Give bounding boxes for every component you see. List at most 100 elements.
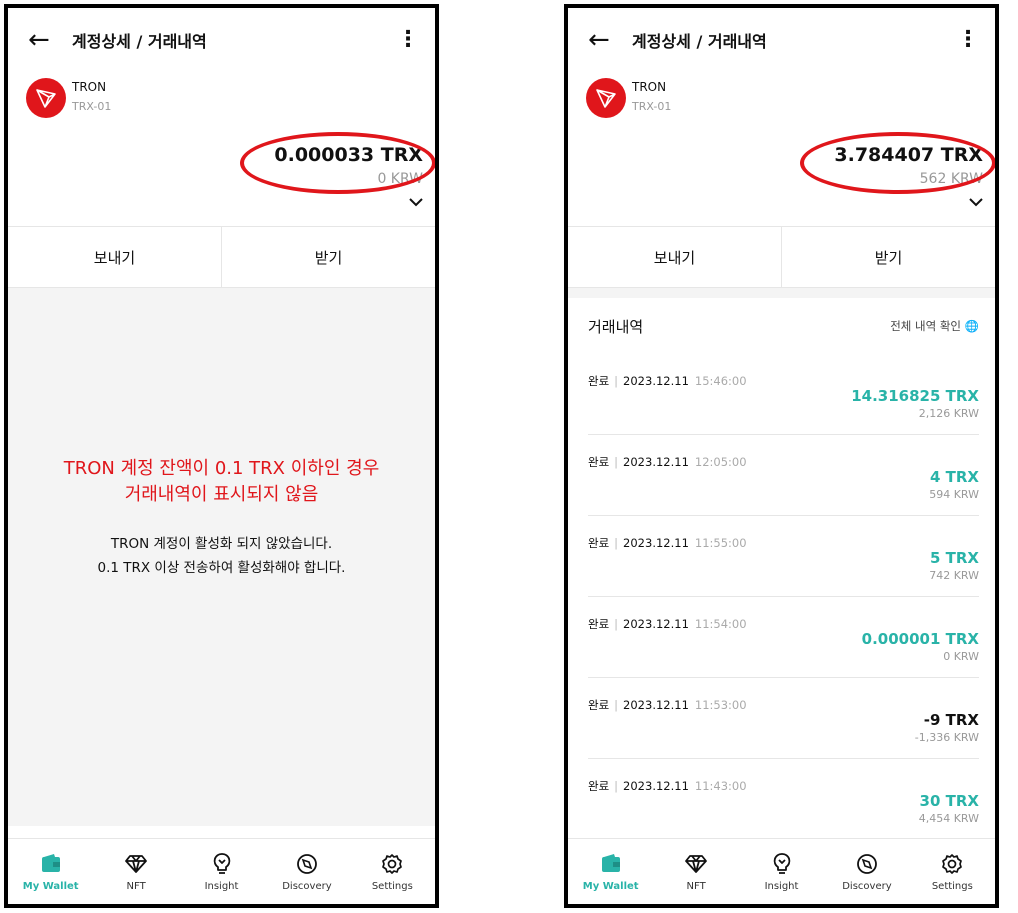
- more-options-icon[interactable]: ⋮: [957, 29, 979, 51]
- inactive-notice-line-1: TRON 계정이 활성화 되지 않았습니다.: [110, 536, 333, 552]
- transaction-amount: 30 TRX: [919, 792, 979, 810]
- send-button[interactable]: 보내기: [568, 227, 781, 287]
- transaction-date: 2023.12.11: [623, 374, 689, 388]
- tron-logo-icon: [26, 78, 66, 118]
- nav-label: Insight: [204, 881, 239, 892]
- wallet-icon: [40, 851, 62, 877]
- nav-label: NFT: [686, 881, 706, 892]
- transaction-status: 완료: [588, 374, 610, 388]
- bottom-nav: My Wallet NFT Insight Discovery Settings: [568, 838, 995, 904]
- compass-icon: [296, 851, 318, 877]
- annotation-line-2: 거래내역이 표시되지 않음: [124, 484, 319, 505]
- transaction-time: 15:46:00: [694, 374, 747, 388]
- transaction-date: 2023.12.11: [623, 617, 689, 631]
- transaction-meta: 완료 | 2023.12.11 11:55:00: [588, 535, 747, 551]
- transaction-row[interactable]: 완료 | 2023.12.11 11:55:00 5 TRX 742 KRW: [588, 516, 979, 597]
- action-buttons: 보내기 받기: [568, 226, 995, 288]
- separator: |: [614, 617, 619, 631]
- nav-nft[interactable]: NFT: [653, 839, 738, 904]
- transaction-krw: 2,126 KRW: [918, 407, 979, 420]
- history-title: 거래내역: [588, 317, 644, 336]
- lightbulb-icon: [212, 851, 232, 877]
- nav-discovery[interactable]: Discovery: [264, 839, 349, 904]
- transaction-time: 11:55:00: [694, 536, 747, 550]
- nav-my-wallet[interactable]: My Wallet: [568, 839, 653, 904]
- separator: |: [614, 536, 619, 550]
- transaction-row[interactable]: 완료 | 2023.12.11 11:54:00 0.000001 TRX 0 KRW: [588, 597, 979, 678]
- account-name: TRX-01: [632, 100, 672, 113]
- inactive-notice: TRON 계정이 활성화 되지 않았습니다. 0.1 TRX 이상 전송하여 활…: [8, 532, 435, 580]
- transaction-time: 12:05:00: [694, 455, 747, 469]
- nav-label: Discovery: [842, 881, 892, 892]
- transaction-time: 11:54:00: [694, 617, 747, 631]
- gear-icon: [941, 851, 963, 877]
- separator: |: [614, 374, 619, 388]
- transaction-amount: -9 TRX: [923, 711, 979, 729]
- nav-my-wallet[interactable]: My Wallet: [8, 839, 93, 904]
- lightbulb-icon: [772, 851, 792, 877]
- separator: |: [614, 455, 619, 469]
- transaction-amount: 14.316825 TRX: [851, 387, 979, 405]
- more-options-icon[interactable]: ⋮: [397, 29, 419, 51]
- inactive-notice-line-2: 0.1 TRX 이상 전송하여 활성화해야 합니다.: [97, 560, 346, 576]
- chevron-down-icon[interactable]: [969, 192, 983, 211]
- nav-label: My Wallet: [22, 881, 79, 892]
- tron-logo-icon: [586, 78, 626, 118]
- transaction-krw: -1,336 KRW: [914, 731, 979, 744]
- globe-icon: 🌐: [964, 319, 979, 333]
- transaction-meta: 완료 | 2023.12.11 11:43:00: [588, 778, 747, 794]
- send-button[interactable]: 보내기: [8, 227, 221, 287]
- nav-insight[interactable]: Insight: [179, 839, 264, 904]
- chevron-down-icon[interactable]: [409, 192, 423, 211]
- transaction-krw: 594 KRW: [929, 488, 979, 501]
- transaction-meta: 완료 | 2023.12.11 11:54:00: [588, 616, 747, 632]
- view-all-link[interactable]: 전체 내역 확인 🌐: [890, 318, 979, 334]
- nav-settings[interactable]: Settings: [910, 839, 995, 904]
- gear-icon: [381, 851, 403, 877]
- transaction-row[interactable]: 완료 | 2023.12.11 11:43:00 30 TRX 4,454 KRW: [588, 759, 979, 840]
- nav-discovery[interactable]: Discovery: [824, 839, 909, 904]
- nav-label: Settings: [371, 881, 413, 892]
- transaction-history: 거래내역 전체 내역 확인 🌐 완료 | 2023.12.11 15:46:00 14.…: [568, 298, 995, 840]
- transaction-status: 완료: [588, 779, 610, 793]
- diamond-icon: [124, 851, 148, 877]
- transaction-amount: 0.000001 TRX: [861, 630, 979, 648]
- view-all-label: 전체 내역 확인: [890, 319, 962, 333]
- nav-settings[interactable]: Settings: [350, 839, 435, 904]
- bottom-nav: My Wallet NFT Insight Discovery Settings: [8, 838, 435, 904]
- nav-nft[interactable]: NFT: [93, 839, 178, 904]
- history-header: 거래내역 전체 내역 확인 🌐: [568, 298, 995, 354]
- left-screen: ← 계정상세 / 거래내역 ⋮ TRON TRX-01 0.000033 TRX…: [4, 4, 439, 908]
- receive-button[interactable]: 받기: [221, 227, 435, 287]
- transaction-amount: 4 TRX: [929, 468, 979, 486]
- transaction-time: 11:43:00: [694, 779, 747, 793]
- transaction-meta: 완료 | 2023.12.11 15:46:00: [588, 373, 747, 389]
- back-arrow-icon[interactable]: ←: [588, 27, 628, 53]
- separator: |: [614, 779, 619, 793]
- transaction-date: 2023.12.11: [623, 455, 689, 469]
- transaction-krw: 742 KRW: [929, 569, 979, 582]
- receive-button[interactable]: 받기: [781, 227, 995, 287]
- transaction-date: 2023.12.11: [623, 779, 689, 793]
- highlight-ellipse: [800, 132, 995, 194]
- balance-section: 3.784407 TRX 562 KRW: [568, 132, 995, 226]
- action-buttons: 보내기 받기: [8, 226, 435, 288]
- transaction-krw: 4,454 KRW: [918, 812, 979, 825]
- transaction-meta: 완료 | 2023.12.11 12:05:00: [588, 454, 747, 470]
- page-title: 계정상세 / 거래내역: [72, 32, 207, 51]
- annotation-text: TRON 계정 잔액이 0.1 TRX 이하인 경우 거래내역이 표시되지 않음: [8, 456, 435, 508]
- coin-info: TRON TRX-01: [8, 72, 435, 134]
- transaction-status: 완료: [588, 536, 610, 550]
- page-title: 계정상세 / 거래내역: [632, 32, 767, 51]
- transaction-time: 11:53:00: [694, 698, 747, 712]
- transaction-krw: 0 KRW: [943, 650, 979, 663]
- section-divider: [568, 288, 995, 298]
- transaction-row[interactable]: 완료 | 2023.12.11 15:46:00 14.316825 TRX 2,126 …: [588, 354, 979, 435]
- back-arrow-icon[interactable]: ←: [28, 27, 68, 53]
- transaction-row[interactable]: 완료 | 2023.12.11 11:53:00 -9 TRX -1,336 KRW: [588, 678, 979, 759]
- transaction-amount: 5 TRX: [929, 549, 979, 567]
- transaction-row[interactable]: 완료 | 2023.12.11 12:05:00 4 TRX 594 KRW: [588, 435, 979, 516]
- transaction-date: 2023.12.11: [623, 536, 689, 550]
- nav-label: NFT: [126, 881, 146, 892]
- nav-insight[interactable]: Insight: [739, 839, 824, 904]
